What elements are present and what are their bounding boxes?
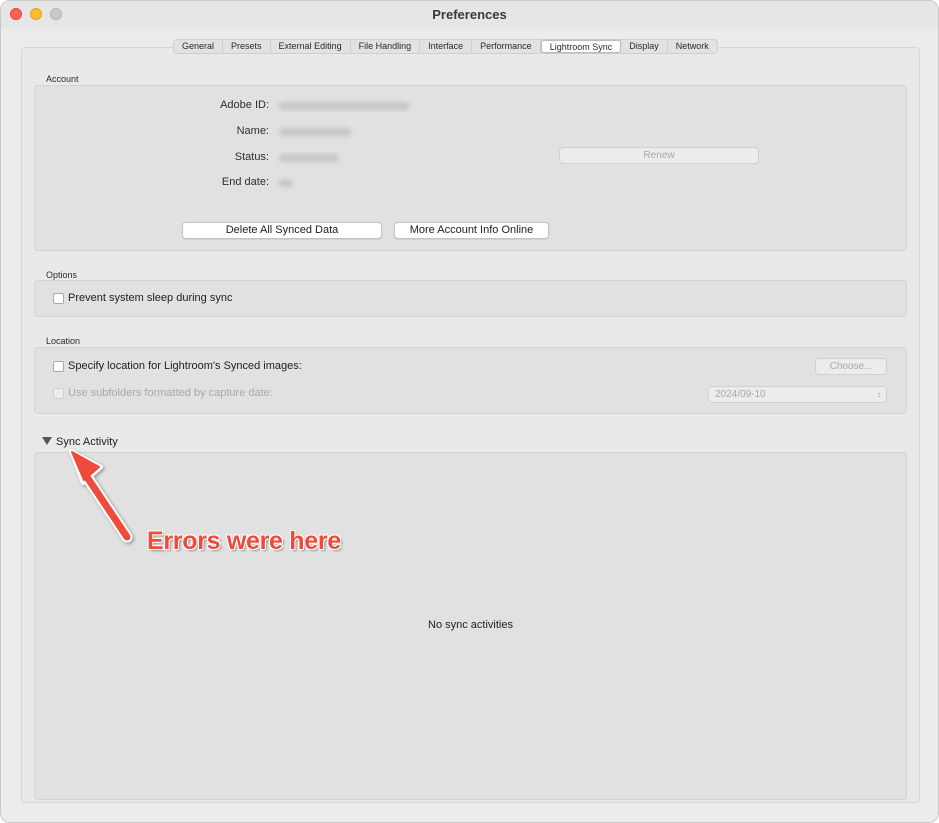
account-section-label: Account: [46, 74, 79, 84]
location-group: Specify location for Lightroom's Synced …: [34, 347, 907, 414]
specify-location-label[interactable]: Specify location for Lightroom's Synced …: [68, 360, 302, 372]
no-sync-activities-message: No sync activities: [428, 619, 513, 631]
location-section-label: Location: [46, 336, 81, 346]
status-label: Status:: [234, 151, 269, 163]
prevent-sleep-label[interactable]: Prevent system sleep during sync: [68, 292, 232, 304]
end-date-label: End date:: [221, 176, 269, 188]
options-group: Prevent system sleep during sync: [34, 280, 907, 317]
tab-interface[interactable]: Interface: [420, 40, 473, 53]
choose-location-button[interactable]: Choose...: [815, 358, 887, 375]
tab-external-editing[interactable]: External Editing: [271, 40, 351, 53]
tab-file-handling[interactable]: File Handling: [351, 40, 421, 53]
tab-network[interactable]: Network: [668, 40, 717, 53]
preferences-window: Preferences General Presets External Edi…: [0, 0, 939, 823]
tab-lightroom-sync[interactable]: Lightroom Sync: [540, 40, 622, 53]
use-subfolders-label[interactable]: Use subfolders formatted by capture date…: [68, 387, 273, 399]
more-account-info-button[interactable]: More Account Info Online: [394, 222, 549, 239]
sync-activity-group: No sync activities: [34, 452, 907, 800]
tab-performance[interactable]: Performance: [472, 40, 541, 53]
specify-location-checkbox[interactable]: [53, 361, 64, 372]
use-subfolders-checkbox[interactable]: [53, 388, 64, 399]
delete-all-synced-data-button[interactable]: Delete All Synced Data: [182, 222, 382, 239]
disclosure-triangle-icon[interactable]: [42, 437, 52, 445]
title-bar: Preferences: [1, 1, 938, 29]
options-section-label: Options: [46, 270, 78, 280]
prevent-sleep-checkbox[interactable]: [53, 293, 64, 304]
tab-general[interactable]: General: [174, 40, 224, 53]
annotation-arrow-icon: [69, 449, 133, 543]
select-updown-icon: ↕: [877, 390, 881, 399]
end-date-value-redacted: [279, 179, 293, 187]
window-title: Preferences: [432, 7, 507, 22]
preferences-tab-bar: General Presets External Editing File Ha…: [173, 39, 718, 54]
status-value-redacted: [279, 154, 339, 162]
date-format-value: 2024/09-10: [715, 389, 766, 400]
account-group: Adobe ID: Name: Status: End date: Renew …: [34, 85, 907, 251]
tab-presets[interactable]: Presets: [223, 40, 271, 53]
annotation-label: Errors were here: [147, 527, 341, 555]
name-value-redacted: [279, 128, 351, 136]
adobe-id-value-redacted: [279, 102, 409, 110]
tab-display[interactable]: Display: [621, 40, 668, 53]
name-label: Name:: [236, 125, 269, 137]
date-format-select[interactable]: 2024/09-10 ↕: [708, 386, 887, 403]
renew-button[interactable]: Renew: [559, 147, 759, 164]
adobe-id-label: Adobe ID:: [220, 99, 269, 111]
